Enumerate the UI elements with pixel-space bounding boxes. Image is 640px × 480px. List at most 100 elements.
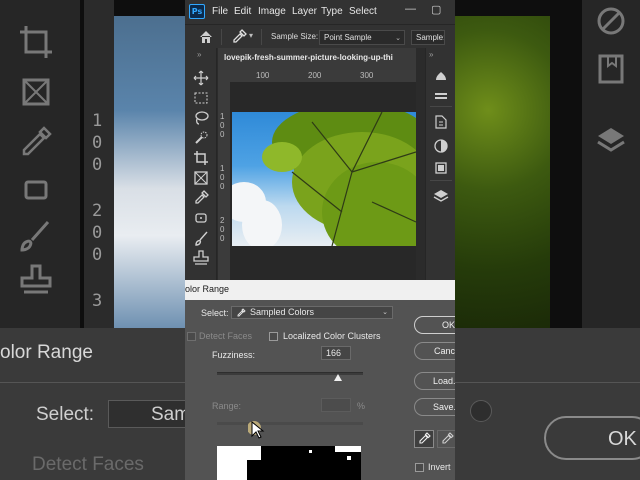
collapse-icon[interactable]: » bbox=[197, 50, 201, 59]
bg-eyedropper-icon bbox=[22, 126, 52, 156]
options-divider bbox=[221, 29, 222, 45]
minimize-button[interactable]: — bbox=[405, 3, 416, 15]
cancel-label: Cancel bbox=[434, 346, 455, 356]
bg-ruler-digit: 1 bbox=[92, 111, 103, 131]
menu-file[interactable]: File bbox=[212, 5, 228, 19]
sample-select[interactable]: Sample: bbox=[411, 30, 445, 45]
bg-crop-icon bbox=[20, 26, 52, 58]
selection-preview bbox=[217, 446, 361, 480]
bg-healing-icon bbox=[24, 180, 48, 200]
maximize-button[interactable]: ▢ bbox=[431, 3, 441, 16]
dialog-title: olor Range bbox=[185, 284, 230, 294]
menu-image[interactable]: Image bbox=[258, 5, 286, 19]
ok-button[interactable]: OK bbox=[414, 316, 455, 334]
quick-select-icon[interactable] bbox=[193, 130, 209, 146]
bg-ruler-digit: 0 bbox=[92, 133, 103, 153]
dialog-body: Select: Sampled Colors ⌄ Detect Faces Lo… bbox=[185, 300, 455, 480]
ruler-label: 2 bbox=[220, 216, 225, 225]
document-title: lovepik-fresh-summer-picture-looking-up-… bbox=[224, 53, 393, 62]
eyedropper-plus-icon bbox=[442, 432, 454, 444]
options-bar: ▾ Sample Size: Point Sample ⌄ Sample: bbox=[185, 24, 455, 48]
home-icon[interactable] bbox=[199, 30, 213, 44]
adjustments-icon[interactable] bbox=[433, 138, 449, 154]
crop-icon[interactable] bbox=[193, 150, 209, 166]
marquee-icon[interactable] bbox=[193, 90, 209, 106]
select-dropdown[interactable]: Sampled Colors ⌄ bbox=[231, 306, 393, 319]
collapse-icon[interactable]: » bbox=[429, 50, 433, 59]
chevron-down-icon: ⌄ bbox=[395, 35, 401, 42]
ps-logo: Ps bbox=[189, 4, 205, 19]
chevron-down-icon: ⌄ bbox=[382, 309, 388, 316]
bg-stamp-icon bbox=[20, 264, 52, 294]
bg-ruler-digit: 2 bbox=[92, 201, 103, 221]
menu-select[interactable]: Select bbox=[349, 5, 377, 19]
bg-select-box: Sampl bbox=[108, 400, 205, 428]
detect-faces-label: Detect Faces bbox=[199, 331, 253, 341]
horizontal-ruler: 100 200 300 bbox=[230, 70, 416, 82]
stamp-icon[interactable] bbox=[193, 250, 209, 266]
layers-icon[interactable] bbox=[433, 188, 449, 204]
save-button[interactable]: Save... bbox=[414, 398, 455, 416]
menu-bar: Ps File Edit Image Layer Type Select — ▢ bbox=[185, 0, 455, 24]
ruler-label: 0 bbox=[220, 234, 225, 243]
bg-ruler-digit: 0 bbox=[92, 223, 103, 243]
localized-clusters-checkbox[interactable] bbox=[269, 332, 278, 341]
canvas-photo[interactable] bbox=[232, 112, 416, 246]
bg-ruler-digit: 0 bbox=[92, 155, 103, 175]
eyedropper-icon[interactable] bbox=[231, 29, 247, 45]
select-value: Sampled Colors bbox=[250, 307, 315, 317]
save-label: Save... bbox=[433, 402, 455, 412]
menu-edit[interactable]: Edit bbox=[234, 5, 251, 19]
document-tab[interactable]: lovepik-fresh-summer-picture-looking-up-… bbox=[218, 48, 416, 70]
eyedropper-icon[interactable] bbox=[193, 190, 209, 206]
ruler-label: 1 bbox=[220, 112, 225, 121]
preview-white-area bbox=[243, 446, 261, 460]
eyedropper-plus-button[interactable] bbox=[437, 430, 455, 448]
fuzziness-input[interactable]: 166 bbox=[321, 346, 351, 360]
channels-icon[interactable] bbox=[433, 160, 449, 176]
bg-chevron-icon bbox=[470, 400, 492, 422]
menu-type[interactable]: Type bbox=[321, 5, 343, 19]
load-button[interactable]: Load... bbox=[414, 372, 455, 390]
background-toolbar bbox=[0, 0, 80, 330]
sample-size-label: Sample Size: bbox=[271, 32, 319, 41]
sample-size-value: Point Sample bbox=[324, 33, 372, 42]
ruler-label: 0 bbox=[220, 182, 225, 191]
bg-ok-label: OK bbox=[608, 428, 637, 450]
background-right-panel bbox=[582, 0, 640, 330]
cancel-button[interactable]: Cancel bbox=[414, 342, 455, 360]
right-panel-dock: » bbox=[425, 48, 455, 280]
ruler-label: 0 bbox=[220, 173, 225, 182]
brush-icon[interactable] bbox=[193, 230, 209, 246]
fuzziness-slider-thumb[interactable] bbox=[334, 374, 343, 381]
panel-separator bbox=[430, 106, 452, 107]
range-unit: % bbox=[357, 401, 366, 411]
background-photo-right bbox=[455, 16, 550, 330]
panel-separator bbox=[430, 180, 452, 181]
bg-dialog-title: olor Range bbox=[0, 342, 93, 363]
healing-icon[interactable] bbox=[193, 210, 209, 226]
frame-icon[interactable] bbox=[193, 170, 209, 186]
lasso-icon[interactable] bbox=[193, 110, 209, 126]
invert-checkbox[interactable] bbox=[415, 463, 424, 472]
vertical-ruler: 1 0 0 1 0 0 2 0 0 bbox=[218, 70, 230, 280]
dialog-titlebar[interactable]: olor Range bbox=[185, 280, 455, 300]
menu-layer[interactable]: Layer bbox=[292, 5, 317, 19]
move-icon[interactable] bbox=[193, 70, 209, 86]
eyedropper-tool-button[interactable] bbox=[414, 430, 434, 448]
ruler-label: 1 bbox=[220, 164, 225, 173]
background-ruler: 1 0 0 2 0 0 3 bbox=[84, 0, 114, 330]
background-photo-left bbox=[114, 16, 186, 330]
tools-panel: » bbox=[185, 48, 217, 280]
chevron-down-icon[interactable]: ▾ bbox=[249, 31, 253, 40]
range-input bbox=[321, 398, 351, 412]
sample-label: Sample: bbox=[416, 33, 445, 42]
bg-frame-icon bbox=[22, 78, 50, 106]
properties-icon[interactable] bbox=[433, 114, 449, 130]
bg-adjustments-icon bbox=[597, 7, 625, 35]
libraries-icon[interactable] bbox=[433, 68, 449, 84]
swatches-icon[interactable] bbox=[433, 88, 449, 104]
document-window: lovepik-fresh-summer-picture-looking-up-… bbox=[218, 48, 416, 280]
photoshop-window: Ps File Edit Image Layer Type Select — ▢… bbox=[185, 0, 455, 480]
sample-size-select[interactable]: Point Sample ⌄ bbox=[319, 30, 405, 45]
